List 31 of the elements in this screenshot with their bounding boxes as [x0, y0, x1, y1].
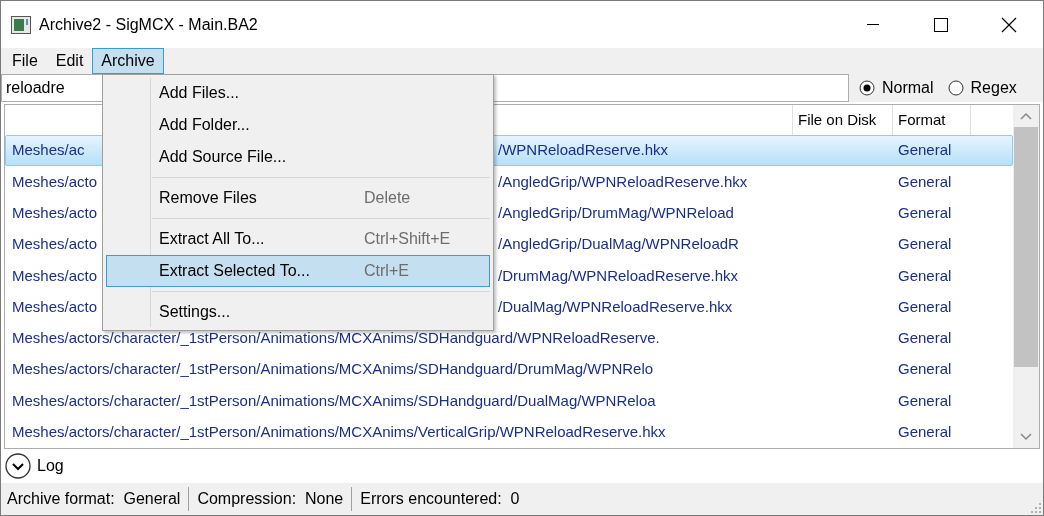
- path-text: /AngledGrip/DualMag/WPNReloadR: [498, 234, 739, 255]
- format-text: General: [898, 203, 953, 223]
- path-text: Meshes/actors/character/_1stPerson/Animations/MCXAnims/SDHandguard/WPNReloadReserve.: [12, 328, 660, 349]
- path-text: Meshes/acto: [12, 234, 98, 255]
- format-text: General: [898, 359, 953, 380]
- format-text: General: [898, 171, 953, 192]
- status-text: Compression: None: [197, 489, 345, 509]
- format-text: General: [898, 265, 953, 286]
- path-text: Meshes/acto: [12, 203, 98, 223]
- path-text: /AngledGrip/DrumMag/WPNReload: [498, 203, 734, 223]
- path-text: Meshes/actors/character/_1stPerson/Animations/MCXAnims/SDHandguard/DualMag/WPNReloa: [12, 390, 656, 411]
- path-text: Meshes/actors/character/_1stPerson/Animations/MCXAnims/SDHandguard/DrumMag/WPNRelo: [12, 359, 654, 380]
- path-text: Meshes/acto: [12, 265, 98, 286]
- path-text: Meshes/actors/character/_1stPerson/Animations/MCXAnims/VerticalGrip/WPNReloadReserve.hkx: [12, 422, 666, 443]
- path-text: Meshes/ac: [12, 140, 85, 161]
- format-text: General: [898, 140, 953, 161]
- format-text: General: [898, 328, 953, 349]
- format-text: General: [898, 390, 953, 411]
- status-text: Archive format: General: [7, 489, 182, 509]
- format-text: General: [898, 234, 953, 255]
- status-text: Errors encountered: 0: [360, 489, 521, 509]
- path-text: Meshes/acto: [12, 171, 98, 192]
- path-text: Meshes/acto: [12, 296, 98, 317]
- path-text: /DrumMag/WPNReloadReserve.hkx: [498, 265, 739, 286]
- path-text: /WPNReloadReserve.hkx: [498, 140, 669, 161]
- log-label: Log: [37, 456, 64, 476]
- format-text: General: [898, 422, 953, 443]
- format-text: General: [898, 296, 953, 317]
- window-title: Archive2 - SigMCX - Main.BA2: [39, 14, 258, 35]
- path-text: /DualMag/WPNReloadReserve.hkx: [498, 296, 733, 317]
- path-text: /AngledGrip/WPNReloadReserve.hkx: [498, 171, 748, 192]
